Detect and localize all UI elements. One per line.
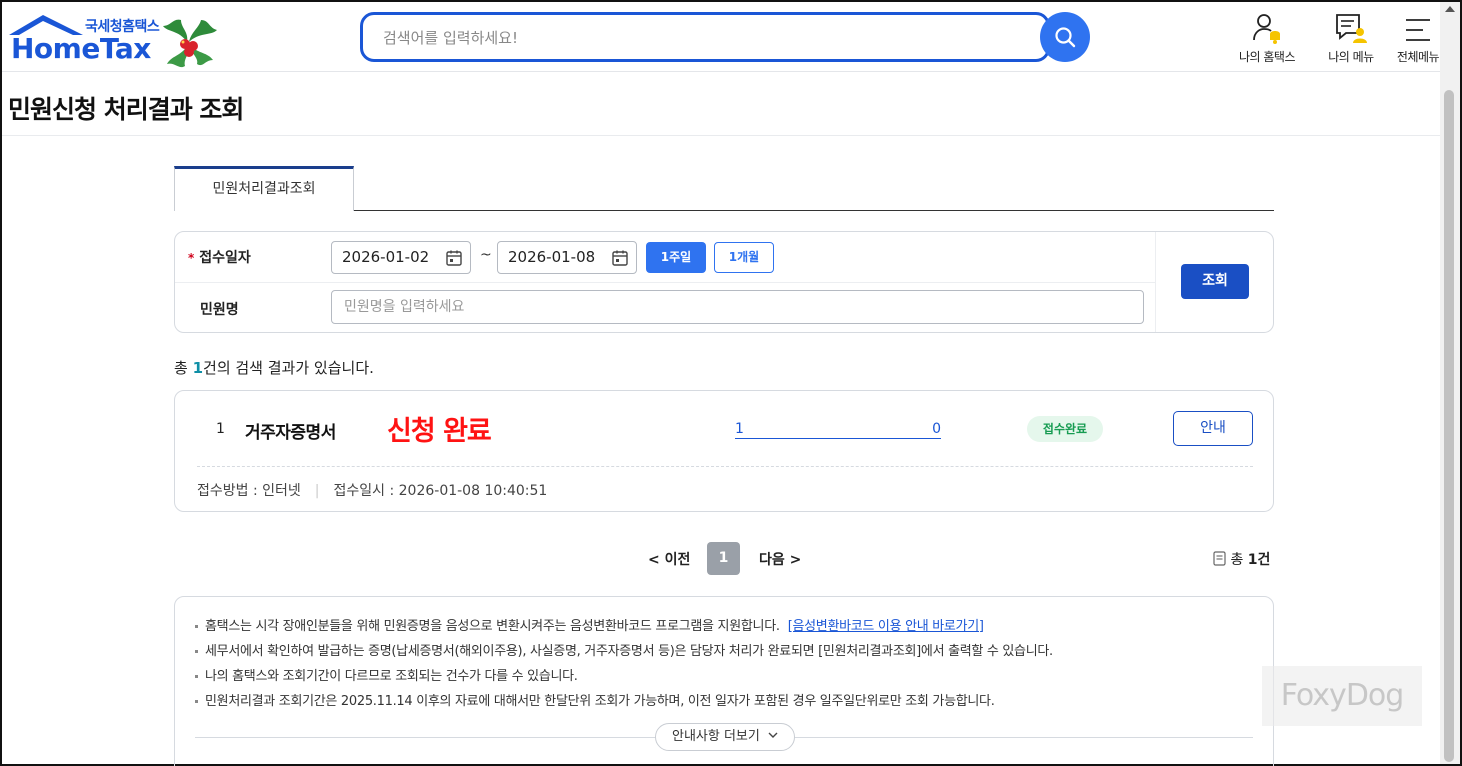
calendar-icon[interactable] bbox=[612, 250, 628, 266]
pagination-current-page[interactable]: 1 bbox=[707, 542, 740, 575]
notice-list: 홈택스는 시각 장애인분들을 위해 민원증명을 음성으로 변환시켜주는 음성변환… bbox=[195, 617, 1053, 717]
result-summary: 총 1건의 검색 결과가 있습니다. bbox=[174, 359, 374, 377]
scrollbar[interactable] bbox=[1440, 2, 1460, 764]
search-icon bbox=[1055, 27, 1076, 48]
my-hometax-label: 나의 홈택스 bbox=[1238, 50, 1296, 64]
notice-box: 홈택스는 시각 장애인분들을 위해 민원증명을 음성으로 변환시켜주는 음성변환… bbox=[174, 596, 1274, 766]
document-icon bbox=[1213, 551, 1226, 566]
notice-more-button[interactable]: 안내사항 더보기 bbox=[655, 723, 795, 751]
one-month-button[interactable]: 1개월 bbox=[714, 242, 774, 273]
hamburger-icon bbox=[1406, 19, 1430, 41]
date-range-tilde: ~ bbox=[480, 247, 492, 263]
date-from-field[interactable]: 2026-01-02 bbox=[331, 241, 471, 274]
result-civil-name: 거주자증명서 bbox=[245, 423, 336, 443]
date-to-value: 2026-01-08 bbox=[508, 248, 596, 266]
title-divider bbox=[2, 135, 1440, 136]
pagination-next[interactable]: 다음 > bbox=[759, 549, 801, 569]
civil-name-input[interactable] bbox=[331, 290, 1144, 324]
result-count-link[interactable]: 1 0 bbox=[735, 419, 941, 439]
holly-decoration-icon bbox=[163, 19, 217, 68]
date-to-field[interactable]: 2026-01-08 bbox=[497, 241, 637, 274]
search-input[interactable] bbox=[383, 25, 1023, 51]
result-divider bbox=[197, 466, 1253, 467]
result-link-left[interactable]: 1 bbox=[735, 421, 744, 437]
pagination-prev[interactable]: < 이전 bbox=[648, 549, 690, 569]
result-meta: 접수방법 : 인터넷 | 접수일시 : 2026-01-08 10:40:51 bbox=[197, 483, 548, 499]
page-title: 민원신청 처리결과 조회 bbox=[8, 95, 244, 124]
tab-civil-result[interactable]: 민원처리결과조회 bbox=[174, 166, 354, 211]
my-menu-label: 나의 메뉴 bbox=[1328, 50, 1374, 64]
my-hometax-link[interactable]: 나의 홈택스 bbox=[1229, 10, 1305, 68]
form-column-divider bbox=[1155, 232, 1156, 332]
pagination-total: 총 1건 bbox=[1213, 549, 1270, 569]
result-item: 1 거주자증명서 신청 완료 1 0 접수완료 안내 접수방법 : 인터넷 | 접수… bbox=[174, 390, 1274, 512]
result-annotation: 신청 완료 bbox=[387, 416, 492, 447]
scroll-thumb[interactable] bbox=[1444, 90, 1454, 762]
receipt-method: 접수방법 : 인터넷 bbox=[197, 483, 301, 499]
tab-underline bbox=[354, 210, 1274, 211]
calendar-icon[interactable] bbox=[446, 250, 462, 266]
receipt-date-label: * 접수일자 bbox=[188, 250, 251, 266]
user-bell-icon bbox=[1253, 14, 1280, 44]
global-search bbox=[360, 12, 1050, 62]
barcode-guide-link[interactable]: [음성변환바코드 이용 안내 바로가기] bbox=[788, 619, 984, 634]
notice-item: 민원처리결과 조회기간은 2025.11.14 이후의 자료에 대해서만 한달단… bbox=[195, 692, 1053, 717]
status-badge: 접수완료 bbox=[1027, 416, 1103, 442]
date-from-value: 2026-01-02 bbox=[342, 248, 430, 266]
guide-button[interactable]: 안내 bbox=[1173, 411, 1253, 446]
search-form: * 접수일자 2026-01-02 ~ 2026-01-08 1주일 1개월 민원… bbox=[174, 231, 1274, 333]
chevron-down-icon bbox=[768, 732, 778, 738]
logo-text: HomeTax bbox=[11, 32, 151, 65]
menu-user-icon bbox=[1336, 14, 1367, 43]
notice-item: 홈택스는 시각 장애인분들을 위해 민원증명을 음성으로 변환시켜주는 음성변환… bbox=[195, 617, 1053, 642]
my-menu-link[interactable]: 나의 메뉴 bbox=[1313, 10, 1389, 68]
hometax-logo[interactable]: 국세청홈택스 HomeTax bbox=[7, 10, 222, 72]
required-mark: * bbox=[188, 251, 195, 265]
civil-name-label: 민원명 bbox=[200, 302, 239, 318]
search-button[interactable] bbox=[1040, 12, 1090, 62]
result-link-right[interactable]: 0 bbox=[932, 421, 941, 437]
form-row-divider bbox=[175, 282, 1155, 283]
result-number: 1 bbox=[216, 421, 225, 437]
notice-item: 세무서에서 확인하여 발급하는 증명(납세증명서(해외이주용), 사실증명, 거… bbox=[195, 642, 1053, 667]
result-count: 1 bbox=[192, 359, 204, 377]
scroll-up-arrow-icon[interactable] bbox=[1445, 6, 1455, 12]
receipt-datetime: 접수일시 : 2026-01-08 10:40:51 bbox=[333, 483, 548, 499]
search-submit-button[interactable]: 조회 bbox=[1181, 264, 1249, 299]
watermark: FoxyDog bbox=[1262, 666, 1422, 726]
notice-item: 나의 홈택스와 조회기간이 다르므로 조회되는 건수가 다를 수 있습니다. bbox=[195, 667, 1053, 692]
one-week-button[interactable]: 1주일 bbox=[646, 242, 706, 273]
header: 국세청홈택스 HomeTax 나의 bbox=[2, 2, 1440, 72]
